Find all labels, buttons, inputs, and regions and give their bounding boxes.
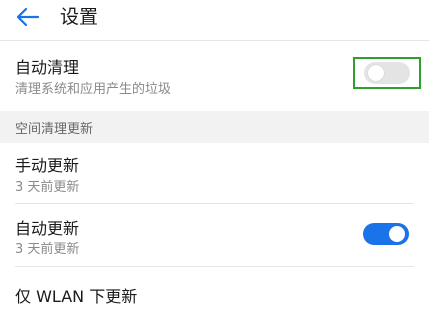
auto-update-subtitle: 3 天前更新 (15, 242, 80, 257)
manual-update-subtitle: 3 天前更新 (15, 180, 80, 195)
wlan-update-title: 仅 WLAN 下更新 (15, 287, 138, 306)
toggle-knob (389, 226, 405, 242)
auto-clean-subtitle: 清理系统和应用产生的垃圾 (15, 82, 172, 97)
auto-clean-row[interactable]: 自动清理 清理系统和应用产生的垃圾 (0, 41, 429, 111)
manual-update-row[interactable]: 手动更新 3 天前更新 (0, 143, 429, 203)
back-button[interactable] (10, 3, 44, 31)
auto-clean-toggle-highlight (353, 57, 421, 89)
auto-update-row[interactable]: 自动更新 3 天前更新 (0, 204, 429, 266)
section-title: 空间清理更新 (15, 122, 94, 137)
wlan-update-row[interactable]: 仅 WLAN 下更新 (0, 267, 429, 319)
app-header: 设置 (0, 0, 429, 41)
auto-update-title: 自动更新 (15, 219, 80, 238)
auto-update-toggle[interactable] (363, 223, 409, 245)
auto-clean-toggle[interactable] (364, 62, 410, 84)
page-title: 设置 (60, 6, 99, 28)
manual-update-title: 手动更新 (15, 156, 80, 175)
toggle-knob (368, 65, 384, 81)
auto-clean-title: 自动清理 (15, 58, 80, 77)
section-header: 空间清理更新 (0, 111, 429, 143)
back-arrow-icon (16, 7, 40, 27)
